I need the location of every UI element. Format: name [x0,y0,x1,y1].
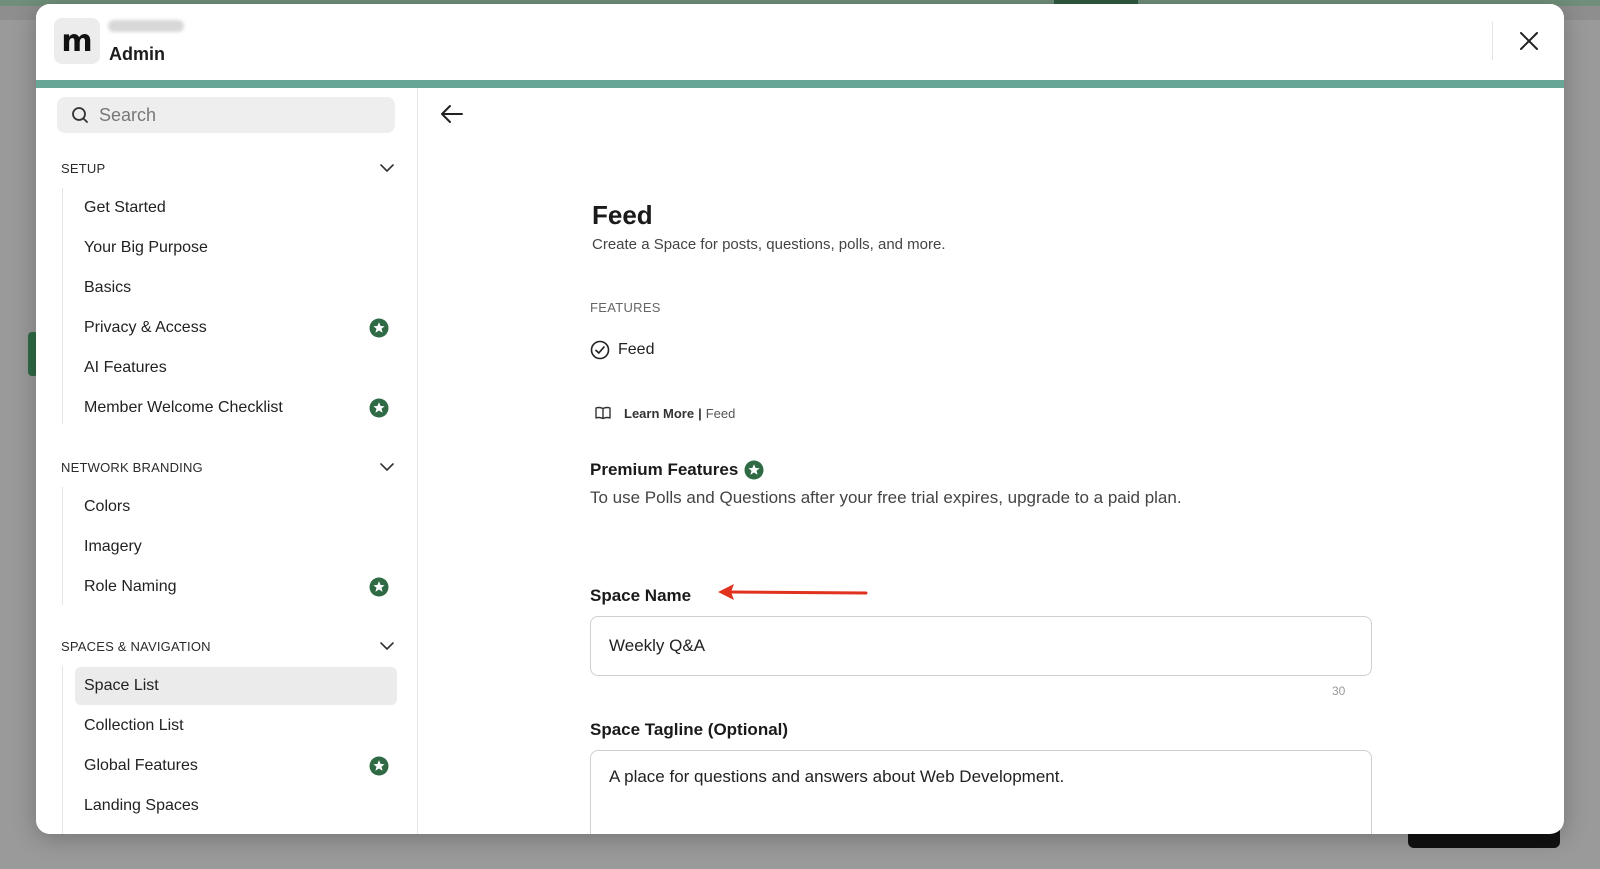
arrow-left-icon[interactable] [438,100,466,128]
chevron-down-icon [380,463,394,471]
space-tagline-input[interactable]: A place for questions and answers about … [590,750,1372,834]
sidebar-item-your-big-purpose[interactable]: Your Big Purpose [75,229,397,267]
sidebar-item-get-started[interactable]: Get Started [75,189,397,227]
premium-star-icon [744,460,764,480]
sidebar-item-member-welcome-checklist[interactable]: Member Welcome Checklist [75,389,397,427]
section-divider-line [62,487,63,605]
sidebar-item-ai-features[interactable]: AI Features [75,349,397,387]
section-title: NETWORK BRANDING [61,459,203,475]
learn-more-topic: Feed [705,405,736,421]
section-header-network-branding[interactable]: NETWORK BRANDING [61,457,395,477]
sidebar-item-basics[interactable]: Basics [75,269,397,307]
sidebar-item-role-naming[interactable]: Role Naming [75,568,397,606]
sidebar-item-label: Your Big Purpose [84,239,208,256]
learn-more-label: Learn More [624,405,695,421]
feature-item-feed: Feed [590,340,654,360]
sidebar-item-label: Basics [84,279,132,296]
sidebar-item-label: Privacy & Access [84,319,207,336]
chevron-down-icon [380,642,394,650]
header-divider [1492,22,1493,60]
premium-title: Premium Features [590,460,739,479]
sidebar-item-label: Landing Spaces [84,797,199,814]
space-name-char-count: 30 [1332,684,1346,698]
book-open-icon [595,406,611,420]
premium-features-heading: Premium Features [590,460,764,480]
logo-letter: m [61,23,93,59]
section-divider-line [62,666,63,834]
sidebar-item-imagery[interactable]: Imagery [75,528,397,566]
admin-modal: m Admin Search SETUP Get Started Your Bi… [36,4,1564,834]
close-button[interactable] [1514,26,1544,56]
section-header-spaces-navigation[interactable]: SPACES & NAVIGATION [61,636,395,656]
sidebar-item-label: Global Features [84,757,198,774]
feature-label: Feed [618,341,655,358]
modal-header: m Admin [36,4,1564,80]
sidebar-item-label: Colors [84,498,131,515]
admin-sidebar: Search SETUP Get Started Your Big Purpos… [36,88,418,834]
check-circle-icon [590,340,610,360]
premium-star-icon [369,756,389,776]
space-tagline-label: Space Tagline (Optional) [590,720,789,739]
features-label: FEATURES [590,300,661,315]
sidebar-item-label: Get Started [84,199,166,216]
page-subtitle: Create a Space for posts, questions, pol… [592,236,946,253]
premium-star-icon [369,318,389,338]
network-logo: m [54,18,100,64]
sidebar-item-collection-list[interactable]: Collection List [75,707,397,745]
chevron-down-icon [380,164,394,172]
section-divider-line [62,188,63,424]
space-name-label: Space Name [590,586,692,605]
sidebar-item-label: Space List [84,677,159,694]
section-title: SPACES & NAVIGATION [61,638,211,654]
network-name-blurred [108,20,184,32]
annotation-arrow-icon [718,584,868,600]
sidebar-item-privacy-access[interactable]: Privacy & Access [75,309,397,347]
search-icon [72,107,88,123]
sidebar-item-label: Collection List [84,717,184,734]
sidebar-item-colors[interactable]: Colors [75,488,397,526]
learn-more-link[interactable]: Learn More | Feed [594,404,735,422]
search-input[interactable]: Search [57,97,395,133]
sidebar-item-global-features[interactable]: Global Features [75,747,397,785]
space-name-input[interactable] [590,616,1372,676]
sidebar-item-label: Role Naming [84,578,177,595]
header-accent-stripe [36,80,1564,88]
close-icon [1520,32,1538,50]
section-header-setup[interactable]: SETUP [61,158,395,178]
section-title: SETUP [61,160,106,176]
page-title: Feed [592,200,653,230]
premium-description: To use Polls and Questions after your fr… [590,488,1182,507]
modal-title: Admin [109,44,165,64]
sidebar-item-label: Imagery [84,538,142,555]
sidebar-item-label: Member Welcome Checklist [84,399,283,416]
sidebar-item-label: AI Features [84,359,167,376]
learn-more-separator: | [698,405,702,421]
sidebar-item-space-list[interactable]: Space List [75,667,397,705]
search-placeholder: Search [99,104,157,125]
premium-star-icon [369,398,389,418]
sidebar-item-landing-spaces[interactable]: Landing Spaces [75,787,397,825]
premium-star-icon [369,577,389,597]
